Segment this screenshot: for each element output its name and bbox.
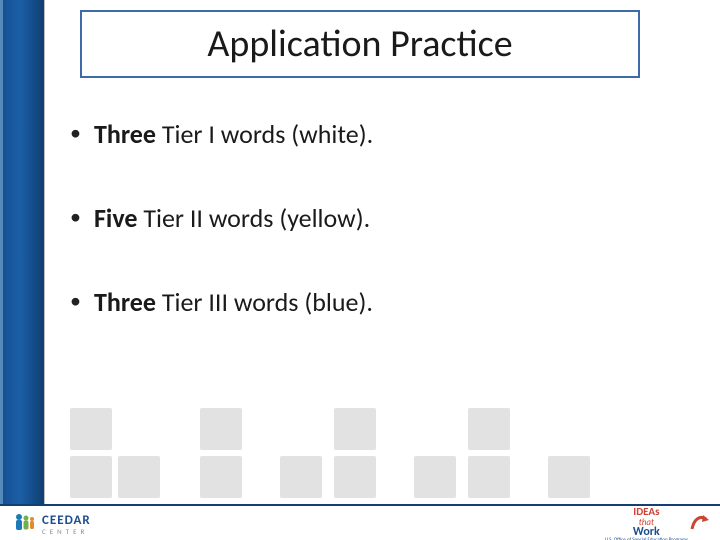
list-item: Three Tier III words (blue). [70,286,670,318]
ceedar-sub: CENTER [42,527,91,536]
bullet-list: Three Tier I words (white). Five Tier II… [70,118,670,370]
ideas-logo: IDEAs that Work U.S. Office of Special E… [605,503,710,540]
bullet-bold: Three [94,286,156,318]
ceedar-logo: CEEDAR CENTER [12,510,91,536]
slide-title: Application Practice [207,21,512,67]
bullet-bold: Three [94,118,156,150]
people-icon [12,511,38,535]
bullet-text: Tier II words (yellow). [137,202,370,234]
left-accent-stripe [0,0,44,540]
ideas-line1b: s [655,505,659,518]
bullet-text: Tier I words (white). [156,118,373,150]
title-box: Application Practice [80,10,640,78]
bullet-text: Tier III words (blue). [156,286,373,318]
arrow-icon [690,511,710,535]
decorative-squares [0,384,720,504]
ceedar-text: CEEDAR [42,513,91,528]
bullet-bold: Five [94,202,137,234]
list-item: Three Tier I words (white). [70,118,670,150]
footer: CEEDAR CENTER IDEAs that Work U.S. Offic… [0,506,720,540]
list-item: Five Tier II words (yellow). [70,202,670,234]
